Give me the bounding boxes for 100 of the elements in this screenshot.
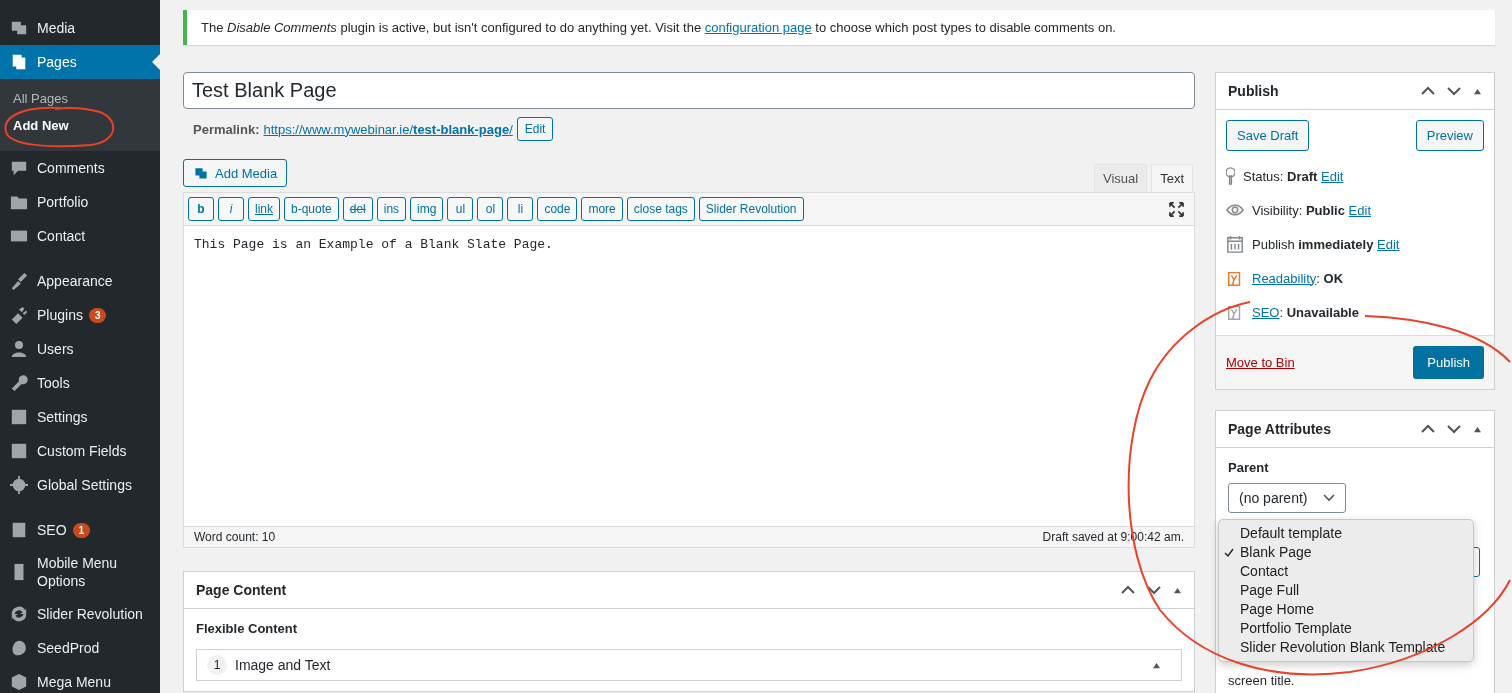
quicktag-button[interactable]: b: [188, 197, 214, 221]
sidebar-item[interactable]: Comments: [0, 151, 160, 185]
status-icon: [1226, 167, 1235, 185]
sidebar-item[interactable]: SEO 1: [0, 513, 160, 547]
menu-icon: [10, 306, 28, 324]
sidebar-item[interactable]: Media: [0, 11, 160, 45]
toggle-icon[interactable]: [1173, 586, 1182, 594]
configuration-link[interactable]: configuration page: [704, 20, 812, 35]
sidebar-item[interactable]: Custom Fields: [0, 434, 160, 468]
menu-icon: [10, 374, 28, 392]
quicktag-button[interactable]: i: [218, 197, 244, 221]
parent-select[interactable]: (no parent): [1228, 483, 1347, 513]
word-count: Word count: 10: [194, 530, 276, 544]
publish-button[interactable]: Publish: [1413, 346, 1484, 379]
move-to-bin-link[interactable]: Move to Bin: [1226, 355, 1295, 370]
permalink-label: Permalink:: [193, 121, 260, 137]
toggle-icon[interactable]: [1152, 661, 1161, 669]
menu-icon: [10, 272, 28, 290]
toggle-icon[interactable]: [1473, 87, 1482, 95]
toggle-icon[interactable]: [1473, 425, 1482, 433]
dropdown-option[interactable]: Contact: [1219, 562, 1473, 581]
submenu-item[interactable]: Add New: [0, 118, 82, 133]
row-label: Image and Text: [235, 657, 331, 673]
sidebar-item[interactable]: Pages: [0, 45, 160, 79]
quicktag-button[interactable]: ins: [376, 197, 407, 221]
move-up-icon[interactable]: [1421, 86, 1435, 96]
quicktag-button[interactable]: more: [581, 197, 623, 221]
sidebar-item[interactable]: Portfolio: [0, 185, 160, 219]
menu-icon: [10, 442, 28, 460]
quicktag-button[interactable]: b-quote: [284, 197, 339, 221]
help-text: screen title.: [1228, 673, 1295, 688]
media-icon: [193, 165, 209, 181]
sidebar-item[interactable]: SeedProd: [0, 631, 160, 665]
box-title: Publish: [1228, 83, 1279, 99]
sidebar-item[interactable]: Settings: [0, 400, 160, 434]
move-down-icon[interactable]: [1447, 424, 1461, 434]
sidebar-item[interactable]: Contact: [0, 219, 160, 253]
status-text: Status: Draft Edit: [1243, 168, 1344, 184]
menu-icon: [10, 19, 28, 37]
status-text: Publish immediately Edit: [1252, 236, 1400, 252]
count-badge: 3: [88, 307, 107, 323]
status-text: Visibility: Public Edit: [1252, 202, 1371, 218]
sidebar-item[interactable]: Tools: [0, 366, 160, 400]
quicktag-button[interactable]: li: [507, 197, 534, 221]
title-field[interactable]: Test Blank Page: [183, 72, 1195, 109]
box-title: Page Content: [196, 582, 287, 598]
submenu-item[interactable]: All Pages: [0, 91, 81, 106]
layout-row[interactable]: 1 Image and Text: [196, 649, 1182, 681]
sidebar-item[interactable]: Mobile Menu Options: [0, 547, 160, 597]
editor-text: This Page is an Example of a Blank Slate Page.: [194, 237, 553, 252]
quicktag-button[interactable]: del: [342, 197, 373, 221]
quicktag-button[interactable]: Slider Revolution: [698, 197, 804, 221]
dropdown-option[interactable]: Page Home: [1219, 600, 1473, 619]
status-icon: [1226, 235, 1244, 253]
dropdown-option[interactable]: Portfolio Template: [1219, 619, 1473, 638]
seo-status-text: SEO: Unavailable: [1252, 304, 1359, 320]
move-up-icon[interactable]: [1121, 585, 1135, 595]
dropdown-option[interactable]: Default template: [1219, 524, 1473, 543]
sidebar-item[interactable]: Slider Revolution: [0, 597, 160, 631]
count-badge: 1: [72, 522, 91, 538]
edit-link[interactable]: Edit: [1321, 168, 1344, 184]
editor-tab[interactable]: Visual: [1093, 164, 1148, 192]
quicktag-button[interactable]: ul: [447, 197, 474, 221]
quicktag-button[interactable]: ol: [477, 197, 504, 221]
preview-button[interactable]: Preview: [1415, 120, 1484, 151]
edit-button[interactable]: Edit: [516, 117, 554, 141]
sidebar-item[interactable]: Global Settings: [0, 468, 160, 502]
menu-icon: [10, 340, 28, 358]
edit-link[interactable]: Edit: [1348, 202, 1371, 218]
box-title: Page Attributes: [1228, 421, 1331, 437]
quicktag-button[interactable]: link: [248, 197, 280, 221]
move-down-icon[interactable]: [1147, 585, 1161, 595]
current-pointer-icon: [152, 54, 160, 70]
edit-link[interactable]: Edit: [1377, 236, 1400, 252]
row-number: 1: [207, 655, 227, 675]
permalink-link[interactable]: https://www.mywebinar.ie/test-blank-page/: [263, 121, 513, 137]
editor-textarea[interactable]: This Page is an Example of a Blank Slate Page.: [184, 226, 1194, 526]
save-draft-button[interactable]: Save Draft: [1226, 120, 1310, 151]
menu-icon: [10, 521, 28, 539]
menu-icon: [10, 476, 28, 494]
parent-label: Parent: [1228, 460, 1269, 475]
dropdown-option[interactable]: Blank Page: [1219, 543, 1473, 562]
quicktag-button[interactable]: code: [537, 197, 578, 221]
menu-icon: [10, 159, 28, 177]
notice-text: The Disable Comments plugin is active, but isn't configured to do anything yet. Visit the configuration page to choose which post types to disable comments on.: [201, 20, 1116, 35]
editor-tab[interactable]: Text: [1151, 164, 1193, 192]
menu-icon: [10, 605, 28, 623]
sidebar-item[interactable]: Plugins 3: [0, 298, 160, 332]
move-up-icon[interactable]: [1421, 424, 1435, 434]
add-media-button[interactable]: Add Media: [183, 159, 288, 187]
sidebar-item[interactable]: Users: [0, 332, 160, 366]
quicktag-button[interactable]: img: [410, 197, 444, 221]
move-down-icon[interactable]: [1447, 86, 1461, 96]
menu-icon: [10, 639, 28, 657]
dropdown-option[interactable]: Page Full: [1219, 581, 1473, 600]
fullscreen-icon[interactable]: [1169, 201, 1184, 217]
sidebar-item[interactable]: Appearance: [0, 264, 160, 298]
field-label: Flexible Content: [196, 621, 299, 636]
sidebar-item[interactable]: Mega Menu: [0, 665, 160, 693]
quicktag-button[interactable]: close tags: [626, 197, 695, 221]
